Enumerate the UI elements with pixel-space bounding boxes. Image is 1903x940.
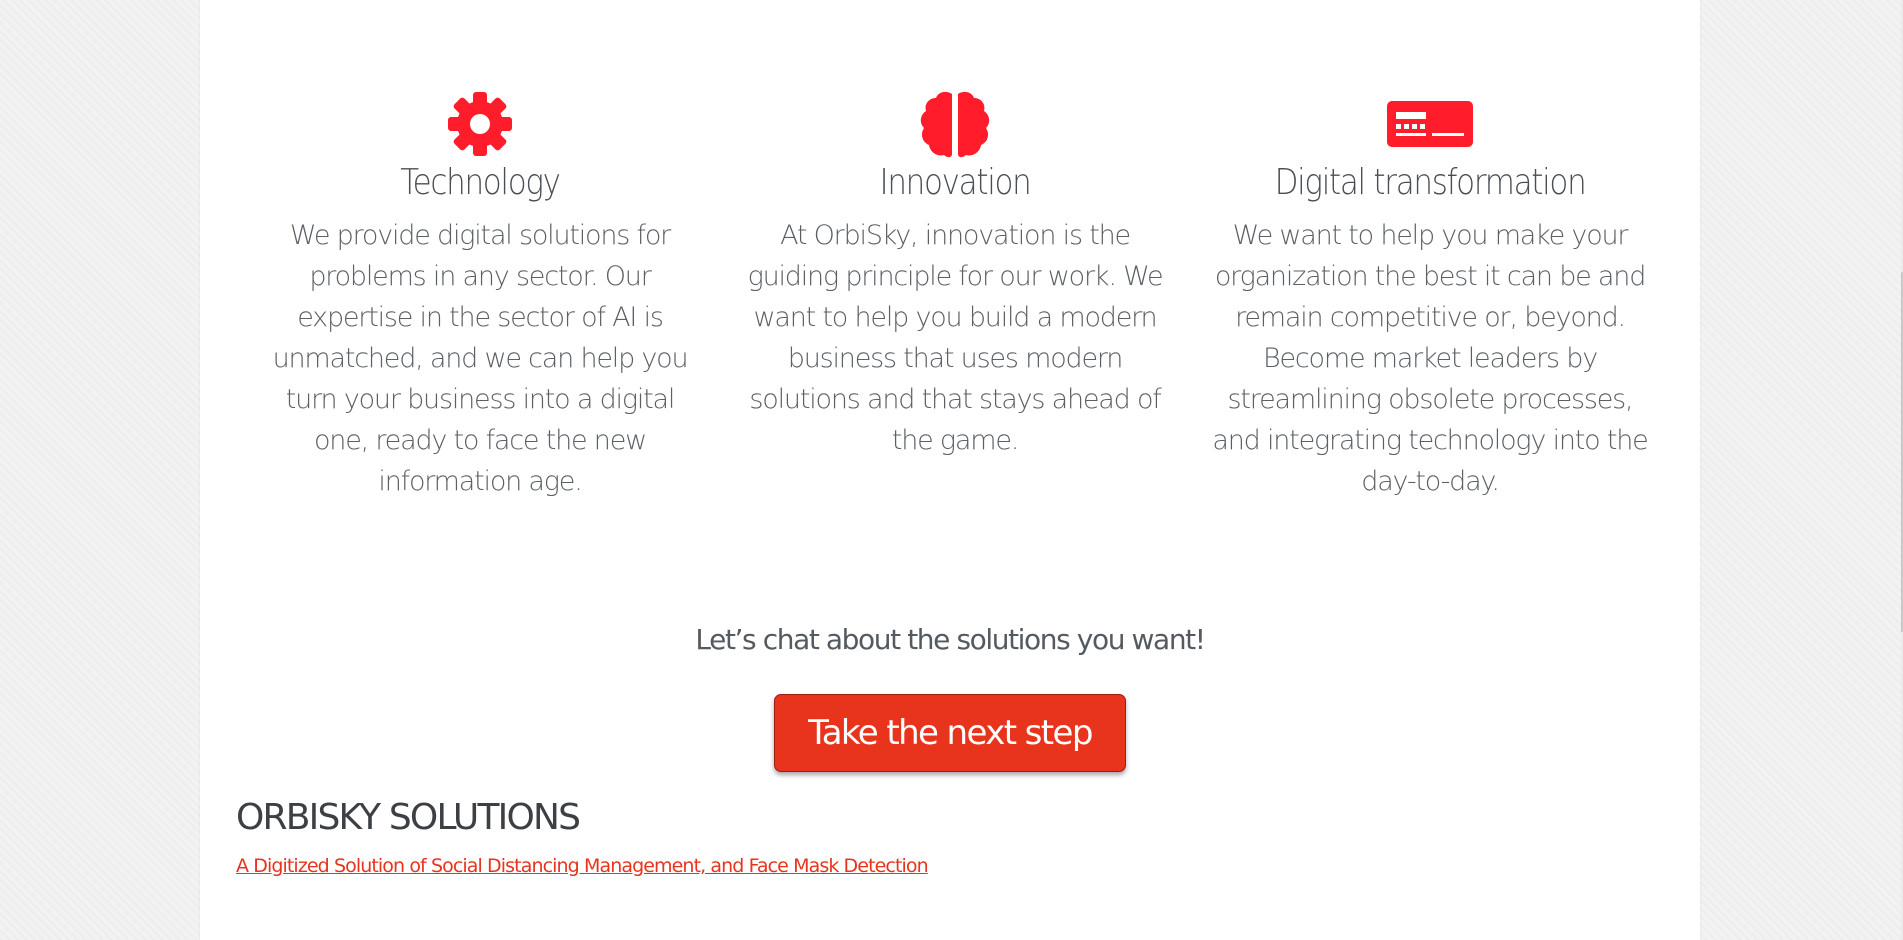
feature-technology: Technology We provide digital solutions … [260, 88, 700, 502]
feature-description: We provide digital solutions for problem… [272, 220, 689, 497]
features-section: Technology We provide digital solutions … [260, 88, 1650, 502]
feature-title: Innovation [879, 162, 1031, 203]
page-container: Technology We provide digital solutions … [200, 0, 1700, 940]
section-heading: ORBISKY SOLUTIONS [236, 797, 581, 838]
solutions-section: ORBISKY SOLUTIONS A Digitized Solution o… [236, 795, 929, 877]
feature-innovation: Innovation At OrbiSky, innovation is the… [735, 88, 1175, 502]
gear-icon [260, 88, 700, 160]
feature-description: At OrbiSky, innovation is the guiding pr… [747, 220, 1164, 456]
card-icon [1210, 88, 1650, 160]
feature-title: Digital transformation [1274, 162, 1587, 203]
solution-link[interactable]: A Digitized Solution of Social Distancin… [236, 855, 929, 877]
brain-icon [735, 88, 1175, 160]
cta-section: Let’s chat about the solutions you want!… [200, 620, 1700, 772]
feature-digital-transformation: Digital transformation We want to help y… [1210, 88, 1650, 502]
next-step-button[interactable]: Take the next step [774, 694, 1126, 772]
cta-lead-text: Let’s chat about the solutions you want! [695, 623, 1206, 656]
feature-title: Technology [400, 162, 561, 203]
feature-description: We want to help you make your organizati… [1212, 220, 1648, 497]
